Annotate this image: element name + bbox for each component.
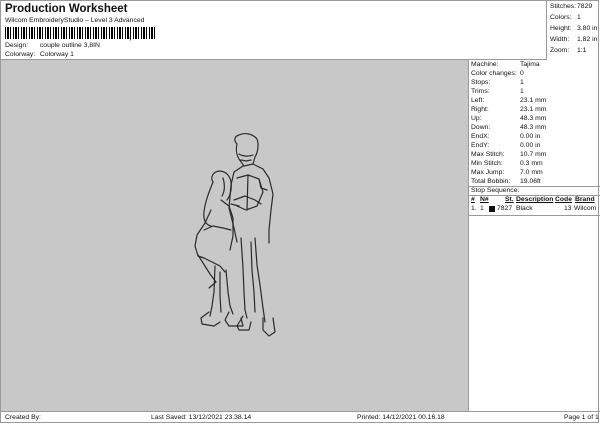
row-n: 1 xyxy=(480,205,484,212)
stat-label: Width: xyxy=(550,36,570,43)
machine-value: 0.00 in xyxy=(520,142,541,149)
stat-zoom: Zoom: 1:1 xyxy=(550,47,586,54)
row-description: Black xyxy=(516,205,533,212)
design-label: Design: xyxy=(5,42,29,49)
machine-value: 0 xyxy=(520,70,524,77)
stops-row: Stops: 1 xyxy=(471,79,524,86)
stat-value: 3.80 in xyxy=(577,25,598,32)
machine-label: Left: xyxy=(471,97,485,104)
col-header-description: Description xyxy=(516,196,554,203)
machine-label: Trims: xyxy=(471,88,490,95)
machine-value: 1 xyxy=(520,79,524,86)
barcode-suffix: , xyxy=(129,31,132,41)
endx-row: EndX: 0.00 in xyxy=(471,133,540,140)
col-header-code: Code xyxy=(555,196,572,203)
col-header-st: St. xyxy=(505,196,514,203)
design-value: couple outline 3,8IN xyxy=(39,42,100,49)
machine-value: 19.06ft xyxy=(520,178,541,185)
stat-label: Stitches: xyxy=(550,3,577,10)
page-title: Production Worksheet xyxy=(5,3,128,15)
max-stitch-row: Max Stitch: 10.7 mm xyxy=(471,151,546,158)
col-header-num: # xyxy=(471,196,475,203)
stop-sequence-title: Stop Sequence: xyxy=(471,187,520,194)
machine-row: Machine: Tajima xyxy=(471,61,540,68)
left-row: Left: 23.1 mm xyxy=(471,97,546,104)
machine-value: 7.0 mm xyxy=(520,169,543,176)
trims-row: Trims: 1 xyxy=(471,88,524,95)
down-row: Down: 48.3 mm xyxy=(471,124,546,131)
machine-value: 1 xyxy=(520,88,524,95)
divider xyxy=(469,215,600,216)
row-code: 13 xyxy=(564,205,572,212)
machine-value: 23.1 mm xyxy=(520,97,547,104)
endy-row: EndY: 0.00 in xyxy=(471,142,540,149)
stat-width: Width: 1.82 in xyxy=(550,36,597,43)
machine-value: Tajima xyxy=(520,61,540,68)
design-canvas[interactable] xyxy=(1,60,469,411)
worksheet: Production Worksheet Wilcom EmbroiderySt… xyxy=(0,0,600,424)
stat-colors: Colors: 1 xyxy=(550,14,581,21)
machine-label: Right: xyxy=(471,106,489,113)
machine-label: Max Stitch: xyxy=(471,151,505,158)
stat-value: 1.82 in xyxy=(577,36,598,43)
stat-height: Height: 3.80 in xyxy=(550,25,597,32)
colorway-label: Colorway: xyxy=(5,51,36,58)
stat-value: 1:1 xyxy=(577,47,587,54)
row-brand: Wilcom xyxy=(574,205,597,212)
col-header-n: N# xyxy=(480,196,489,203)
created-by: Created By: xyxy=(5,414,41,421)
stat-label: Height: xyxy=(550,25,572,32)
color-changes-row: Color changes: 0 xyxy=(471,70,524,77)
machine-label: Machine: xyxy=(471,61,499,68)
up-row: Up: 48.3 mm xyxy=(471,115,546,122)
printed-date: Printed: 14/12/2021 00.16.18 xyxy=(357,414,445,421)
software-subtitle: Wilcom EmbroideryStudio – Level 3 Advanc… xyxy=(5,17,145,24)
last-saved: Last Saved: 13/12/2021 23.38.14 xyxy=(151,414,252,421)
worksheet-header: Production Worksheet Wilcom EmbroiderySt… xyxy=(1,1,547,60)
min-stitch-row: Min Stitch: 0.3 mm xyxy=(471,160,543,167)
machine-panel: Machine: Tajima Color changes: 0 Stops: 1 T… xyxy=(469,60,600,411)
stat-stitches: Stitches:7829 xyxy=(550,3,592,10)
stat-value: 7829 xyxy=(577,3,593,10)
row-num: 1. xyxy=(471,205,477,212)
machine-label: Up: xyxy=(471,115,482,122)
thread-color-swatch xyxy=(489,206,495,212)
machine-label: Min Stitch: xyxy=(471,160,503,167)
machine-label: Total Bobbin: xyxy=(471,178,511,185)
machine-value: 10.7 mm xyxy=(520,151,547,158)
design-row: Design: couple outline 3,8IN xyxy=(5,42,100,49)
page-number: Page 1 of 1 xyxy=(564,414,599,421)
colorway-value: Colorway 1 xyxy=(39,51,74,58)
stat-value: 1 xyxy=(577,14,581,21)
worksheet-footer: Created By: Last Saved: 13/12/2021 23.38… xyxy=(1,411,600,424)
total-bobbin-row: Total Bobbin: 19.06ft xyxy=(471,178,541,185)
machine-label: Stops: xyxy=(471,79,491,86)
machine-value: 0.00 in xyxy=(520,133,541,140)
machine-label: Down: xyxy=(471,124,491,131)
stat-label: Zoom: xyxy=(550,47,570,54)
machine-value: 0.3 mm xyxy=(520,160,543,167)
couple-outline-design xyxy=(194,133,276,337)
machine-value: 23.1 mm xyxy=(520,106,547,113)
machine-label: EndY: xyxy=(471,142,490,149)
max-jump-row: Max Jump: 7.0 mm xyxy=(471,169,543,176)
machine-label: EndX: xyxy=(471,133,490,140)
machine-value: 48.3 mm xyxy=(520,124,547,131)
stats-box: Stitches:7829 Colors: 1 Height: 3.80 in Wi… xyxy=(546,1,600,60)
col-header-brand: Brand xyxy=(575,196,595,203)
machine-label: Max Jump: xyxy=(471,169,505,176)
machine-value: 48.3 mm xyxy=(520,115,547,122)
stat-label: Colors: xyxy=(550,14,572,21)
colorway-row: Colorway: Colorway 1 xyxy=(5,51,74,58)
barcode xyxy=(5,27,157,39)
right-row: Right: 23.1 mm xyxy=(471,106,546,113)
machine-label: Color changes: xyxy=(471,70,517,77)
row-stitches: 7827 xyxy=(497,205,513,212)
